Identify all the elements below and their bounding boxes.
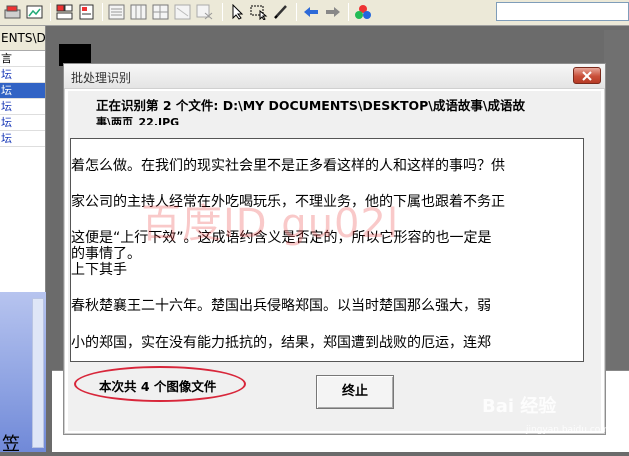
- file-list-item[interactable]: 言: [0, 51, 45, 67]
- preview-line: 上下其手: [71, 262, 127, 278]
- stop-button[interactable]: 终止: [316, 375, 394, 409]
- mixed-block-icon[interactable]: [172, 2, 194, 22]
- task-pane: 笠: [0, 292, 46, 455]
- file-list-item[interactable]: 坛: [0, 67, 45, 83]
- recognition-status: 正在识别第 2 个文件: D:\MY DOCUMENTS\DESKTOP\成语故…: [96, 99, 576, 125]
- text-block-icon[interactable]: [106, 2, 128, 22]
- baidu-logo: Bai 经验: [482, 396, 557, 417]
- task-pane-glyph: 笠: [2, 434, 20, 455]
- preview-line: 小的郑国，实在没有能力抵抗的，结果，郑国遭到战败的厄运，连郑: [71, 335, 491, 351]
- file-list-item-selected[interactable]: 坛: [0, 83, 45, 99]
- color-palette-icon[interactable]: [352, 2, 374, 22]
- batch-recognize-dialog: 批处理识别 正在识别第 2 个文件: D:\MY DOCUMENTS\DESKT…: [63, 63, 606, 435]
- watermark-text: 百度ID gu02l: [141, 201, 400, 247]
- recognized-text-preview[interactable]: 着怎么做。在我们的现实社会里不是正多看这样的人和这样的事吗？供 家公司的主持人经…: [70, 138, 584, 362]
- delete-block-icon[interactable]: [194, 2, 216, 22]
- pointer-icon[interactable]: [226, 2, 248, 22]
- toolbar: [0, 0, 629, 26]
- dialog-titlebar[interactable]: 批处理识别: [64, 64, 605, 89]
- arrow-right-icon[interactable]: [322, 2, 344, 22]
- select-region-icon[interactable]: [248, 2, 270, 22]
- preview-line: 春秋楚襄王二十六年。楚国出兵侵略郑国。以当时楚国那么强大，弱: [71, 298, 491, 314]
- arrow-left-icon[interactable]: [300, 2, 322, 22]
- file-list-item[interactable]: 坛: [0, 131, 45, 147]
- image-block-icon[interactable]: [150, 2, 172, 22]
- preview-line: 的事情了。: [71, 246, 141, 262]
- table-block-icon[interactable]: [128, 2, 150, 22]
- layout-icon[interactable]: [54, 2, 76, 22]
- image-count-label: 本次共 4 个图像文件: [99, 379, 217, 394]
- file-list-panel: ENTS\D 言 坛 坛 坛 坛 坛 笠: [0, 26, 46, 455]
- image-icon[interactable]: [24, 2, 46, 22]
- task-pane-scrollbar[interactable]: [32, 298, 44, 448]
- file-list-empty-area: [0, 147, 45, 302]
- close-button[interactable]: [573, 67, 601, 84]
- file-list-item[interactable]: 坛: [0, 99, 45, 115]
- scanner-icon[interactable]: [2, 2, 24, 22]
- file-list-header: ENTS\D: [0, 26, 45, 51]
- pen-icon[interactable]: [270, 2, 292, 22]
- baidu-url: jingyan.baidu.com: [526, 425, 610, 435]
- recognition-status-text-continued: 事\两页_22.JPG: [96, 116, 180, 125]
- toolbar-combo-box[interactable]: [496, 2, 629, 21]
- recognition-status-text: 正在识别第 2 个文件: D:\MY DOCUMENTS\DESKTOP\成语故…: [96, 99, 525, 113]
- page-icon[interactable]: [76, 2, 98, 22]
- dialog-body: 正在识别第 2 个文件: D:\MY DOCUMENTS\DESKTOP\成语故…: [68, 91, 601, 431]
- preview-line: 着怎么做。在我们的现实社会里不是正多看这样的人和这样的事吗？供: [71, 158, 505, 174]
- close-icon: [582, 70, 592, 81]
- file-list-item[interactable]: 坛: [0, 115, 45, 131]
- dialog-title: 批处理识别: [71, 71, 132, 85]
